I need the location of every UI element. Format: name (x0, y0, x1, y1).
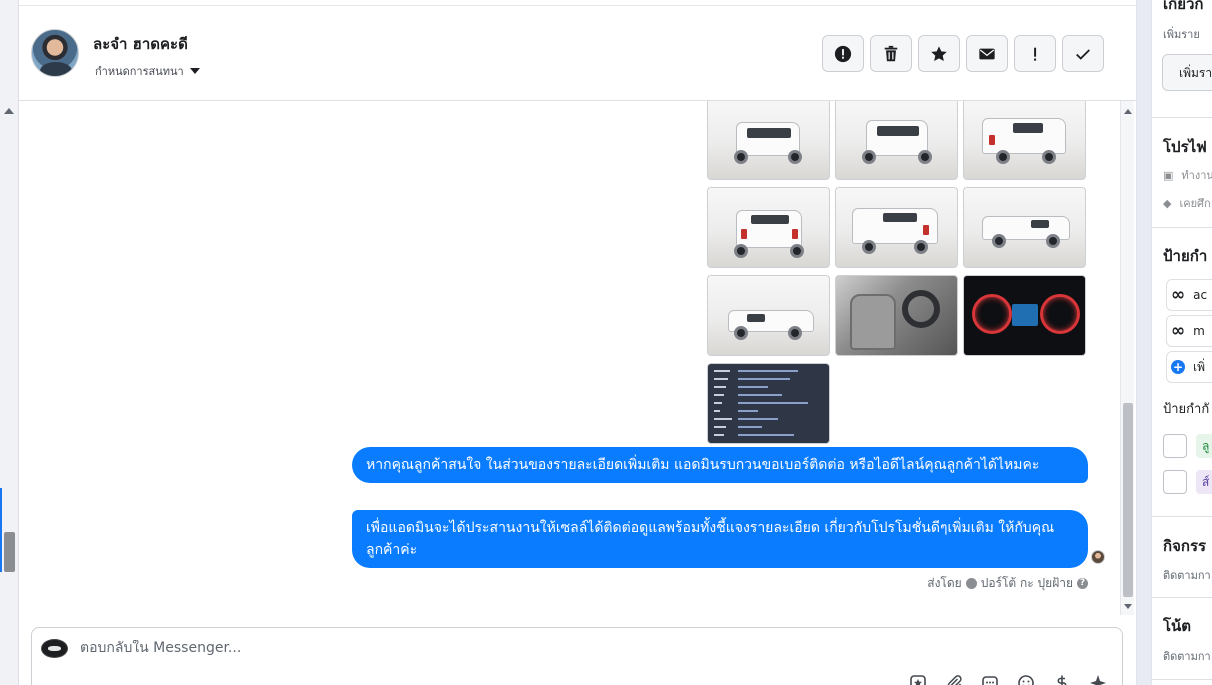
scroll-down-arrow[interactable] (1124, 604, 1132, 609)
add-detail-button[interactable]: เพิ่มรา (1162, 54, 1212, 91)
template-icon[interactable] (981, 674, 999, 685)
label-checkbox[interactable] (1163, 470, 1187, 494)
delete-button[interactable] (870, 35, 912, 72)
attachment-image[interactable] (835, 101, 958, 180)
message-thread: หากคุณลูกค้าสนใจ ในส่วนของรายละเอียดเพิ่… (19, 101, 1136, 615)
profile-work-row: ▣ ทำงาน (1163, 166, 1212, 184)
reply-input[interactable] (80, 640, 880, 656)
sender-icon (965, 578, 977, 589)
attachment-image[interactable] (707, 101, 830, 180)
emoji-icon[interactable] (1017, 674, 1035, 685)
attachment-image[interactable] (963, 187, 1086, 268)
graduation-cap-icon: ◆ (1163, 196, 1172, 210)
exclamation-icon (1034, 47, 1037, 61)
label-chip[interactable]: ∞ ac (1166, 279, 1212, 311)
briefcase-icon: ▣ (1163, 168, 1174, 182)
profile-education-row: ◆ เคยศึก (1163, 194, 1211, 212)
header-actions (822, 35, 1104, 72)
divider (1152, 117, 1212, 118)
attachment-image[interactable] (835, 187, 958, 268)
panel-divider (1136, 0, 1152, 685)
active-indicator (0, 488, 2, 572)
divider (1152, 679, 1212, 680)
assign-label: กำหนดการสนทนา (95, 65, 184, 78)
mark-unread-button[interactable] (966, 35, 1008, 72)
scrollbar-thumb[interactable] (1123, 403, 1133, 597)
caret-down-icon (189, 68, 200, 74)
contact-avatar[interactable] (31, 29, 79, 77)
label-checkbox[interactable] (1163, 434, 1187, 458)
trash-icon (884, 45, 898, 61)
left-sidebar-strip (0, 0, 19, 685)
scroll-up-arrow[interactable] (1124, 109, 1132, 114)
attachment-image[interactable] (835, 275, 958, 356)
divider (1152, 516, 1212, 517)
contact-details-panel: เกี่ยวกั เพิ่มราย เพิ่มรา โปรไฟ ▣ ทำงาน … (1152, 0, 1212, 685)
about-section-title: เกี่ยวกั (1163, 0, 1204, 13)
reply-composer (31, 627, 1123, 685)
left-scrollbar-thumb[interactable] (4, 532, 15, 572)
app-window: ละจำ ฮาดคะดี กำหนดการสนทนา หากคุณลูกค้าส… (0, 0, 1212, 685)
attachment-image[interactable] (707, 363, 830, 444)
meta-icon: ∞ (1171, 321, 1186, 341)
label-chip[interactable]: ∞ m (1166, 315, 1212, 347)
profile-work-text: ทำงาน (1181, 169, 1212, 182)
page-logo (41, 639, 68, 658)
suggested-label[interactable]: ลู (1196, 434, 1212, 458)
add-label-button[interactable]: + เพิ่ (1166, 351, 1212, 383)
label-chip-text: ac (1193, 288, 1208, 302)
saved-reply-icon[interactable] (909, 674, 927, 685)
sent-by-name: ปอร์โต้ กะ ปุยฝ้าย (980, 576, 1073, 590)
sent-by-label: ส่งโดย (927, 576, 962, 590)
info-icon[interactable]: ? (1077, 578, 1088, 589)
assign-conversation-dropdown[interactable]: กำหนดการสนทนา (95, 62, 200, 80)
contact-name[interactable]: ละจำ ฮาดคะดี (93, 32, 188, 56)
add-label-text: เพิ่ (1193, 359, 1206, 374)
divider (1152, 227, 1212, 228)
sparkle-icon[interactable] (1089, 674, 1107, 685)
composer-toolbar (909, 674, 1107, 685)
profile-edu-text: เคยศึก (1179, 197, 1211, 210)
attachment-image[interactable] (963, 101, 1086, 180)
report-button[interactable] (822, 35, 864, 72)
conversation-header: ละจำ ฮาดคะดี กำหนดการสนทนา (19, 5, 1136, 101)
label-chip-text: m (1193, 324, 1205, 338)
notes-subtitle: ติดตามกา (1163, 650, 1211, 663)
attachment-image[interactable] (963, 275, 1086, 356)
attachment-image[interactable] (707, 187, 830, 268)
suggested-label[interactable]: ส์ (1196, 470, 1212, 494)
star-button[interactable] (918, 35, 960, 72)
mark-done-button[interactable] (1062, 35, 1104, 72)
meta-icon: ∞ (1171, 285, 1186, 305)
envelope-icon (979, 48, 995, 59)
attachment-image[interactable] (707, 275, 830, 356)
labels-section-title: ป้ายกำ (1163, 247, 1208, 265)
star-icon (931, 45, 947, 61)
message-bubble[interactable]: เพื่อแอดมินจะได้ประสานงานให้เซลล์ได้ติดต… (352, 510, 1088, 568)
follow-up-button[interactable] (1014, 35, 1056, 72)
payment-icon[interactable] (1053, 674, 1071, 685)
plus-icon: + (1171, 360, 1185, 374)
notes-section-title: โน้ต (1163, 617, 1192, 635)
add-detail-subtitle: เพิ่มราย (1163, 28, 1200, 41)
profile-section-title: โปรไฟ (1163, 138, 1207, 156)
check-icon (1076, 48, 1090, 60)
suggested-labels-title: ป้ายกำกั (1163, 402, 1210, 417)
left-scroll-up-arrow[interactable] (4, 108, 14, 114)
thread-scrollbar[interactable] (1120, 101, 1134, 615)
attachment-icon[interactable] (945, 674, 963, 685)
alert-circle-icon (834, 45, 852, 62)
seen-avatar (1091, 550, 1105, 564)
message-bubble[interactable]: หากคุณลูกค้าสนใจ ในส่วนของรายละเอียดเพิ่… (352, 447, 1088, 483)
divider (1152, 597, 1212, 598)
activity-subtitle: ติดตามกา (1163, 569, 1211, 582)
activity-section-title: กิจกรร (1163, 537, 1207, 555)
sent-by-row: ส่งโดย ปอร์โต้ กะ ปุยฝ้าย ? (927, 574, 1088, 593)
